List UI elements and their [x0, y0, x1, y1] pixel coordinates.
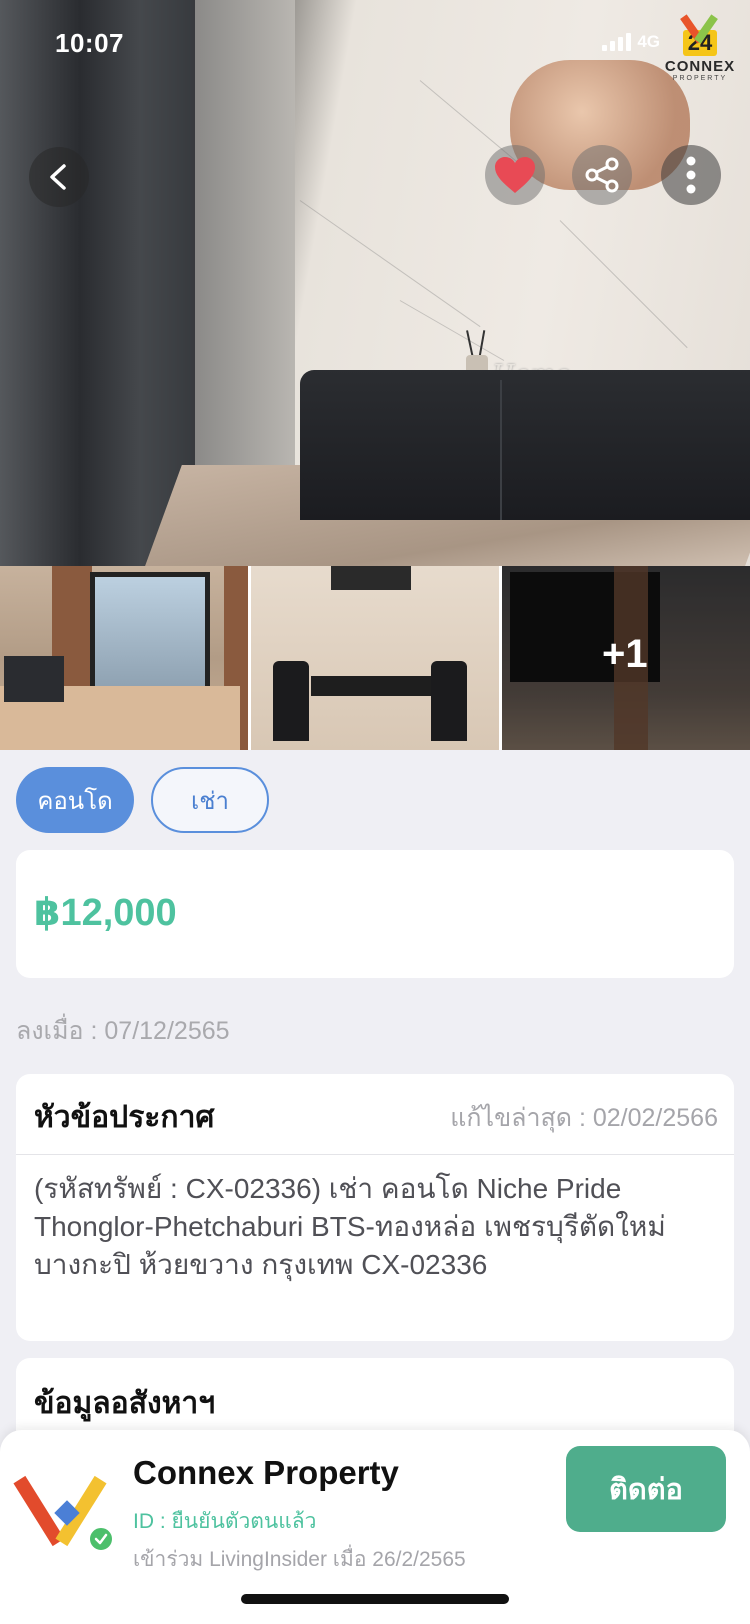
thumbnail-dining[interactable] [251, 566, 499, 750]
brand-name: CONNEX [664, 58, 736, 75]
agent-verified-status: ID : ยืนยันตัวตนแล้ว [133, 1510, 317, 1533]
price-value: ฿12,000 [34, 892, 177, 934]
heart-icon [495, 157, 535, 193]
contact-button[interactable]: ติดต่อ [566, 1446, 726, 1532]
listing-type-tag[interactable]: เช่า [151, 767, 269, 833]
tag-row: คอนโด เช่า [16, 767, 269, 833]
price-card: ฿12,000 [16, 850, 734, 978]
listing-description: (รหัสทรัพย์ : CX-02336) เช่า คอนโด Niche… [34, 1173, 666, 1280]
share-icon [585, 157, 619, 193]
brand-watermark: 24 CONNEX PROPERTY [658, 12, 742, 84]
favorite-button[interactable] [485, 145, 545, 205]
thumb-window [90, 572, 210, 692]
thumbnail-living[interactable]: +1 [502, 566, 750, 750]
home-indicator[interactable] [241, 1594, 509, 1604]
last-edited-date: แก้ไขล่าสุด : 02/02/2566 [450, 1104, 718, 1132]
verified-check-icon [88, 1526, 114, 1552]
listing-title-card: หัวข้อประกาศ แก้ไขล่าสุด : 02/02/2566 (ร… [16, 1074, 734, 1341]
headboard-seam [500, 380, 502, 520]
signal-icon [602, 33, 632, 51]
hero-headboard [300, 370, 750, 520]
status-indicators: 4G [602, 32, 660, 52]
brand-sub: PROPERTY [672, 75, 728, 82]
property-info-heading: ข้อมูลอสังหาฯ [34, 1387, 216, 1420]
agent-joined-date: เข้าร่วม LivingInsider เมื่อ 26/2/2565 [133, 1548, 466, 1571]
thumb-headboard [4, 656, 64, 702]
more-icon [686, 156, 696, 194]
thumb-table [311, 676, 441, 696]
posted-date: ลงเมื่อ : 07/12/2565 [16, 1017, 230, 1045]
network-label: 4G [637, 32, 660, 51]
thumb-chair [273, 661, 309, 741]
back-button[interactable] [29, 147, 89, 207]
marble-vein [399, 300, 505, 361]
divider [16, 1154, 734, 1155]
more-options-button[interactable] [661, 145, 721, 205]
share-button[interactable] [572, 145, 632, 205]
more-photos-count: +1 [602, 632, 648, 676]
agent-name[interactable]: Connex Property [133, 1454, 399, 1492]
listing-title-heading: หัวข้อประกาศ [34, 1101, 215, 1134]
thumb-chair [431, 661, 467, 741]
agent-avatar[interactable] [13, 1468, 114, 1552]
status-time: 10:07 [55, 28, 124, 58]
thumbnail-strip: +1 [0, 566, 750, 750]
back-icon [50, 164, 66, 190]
thumbnail-bedroom[interactable] [0, 566, 248, 750]
marble-vein [299, 200, 481, 328]
hero-wardrobe [0, 0, 200, 566]
thumb-wall-art [331, 566, 411, 590]
marble-vein [559, 220, 688, 349]
property-type-tag[interactable]: คอนโด [16, 767, 134, 833]
hero-photo[interactable]: Home [0, 0, 750, 566]
